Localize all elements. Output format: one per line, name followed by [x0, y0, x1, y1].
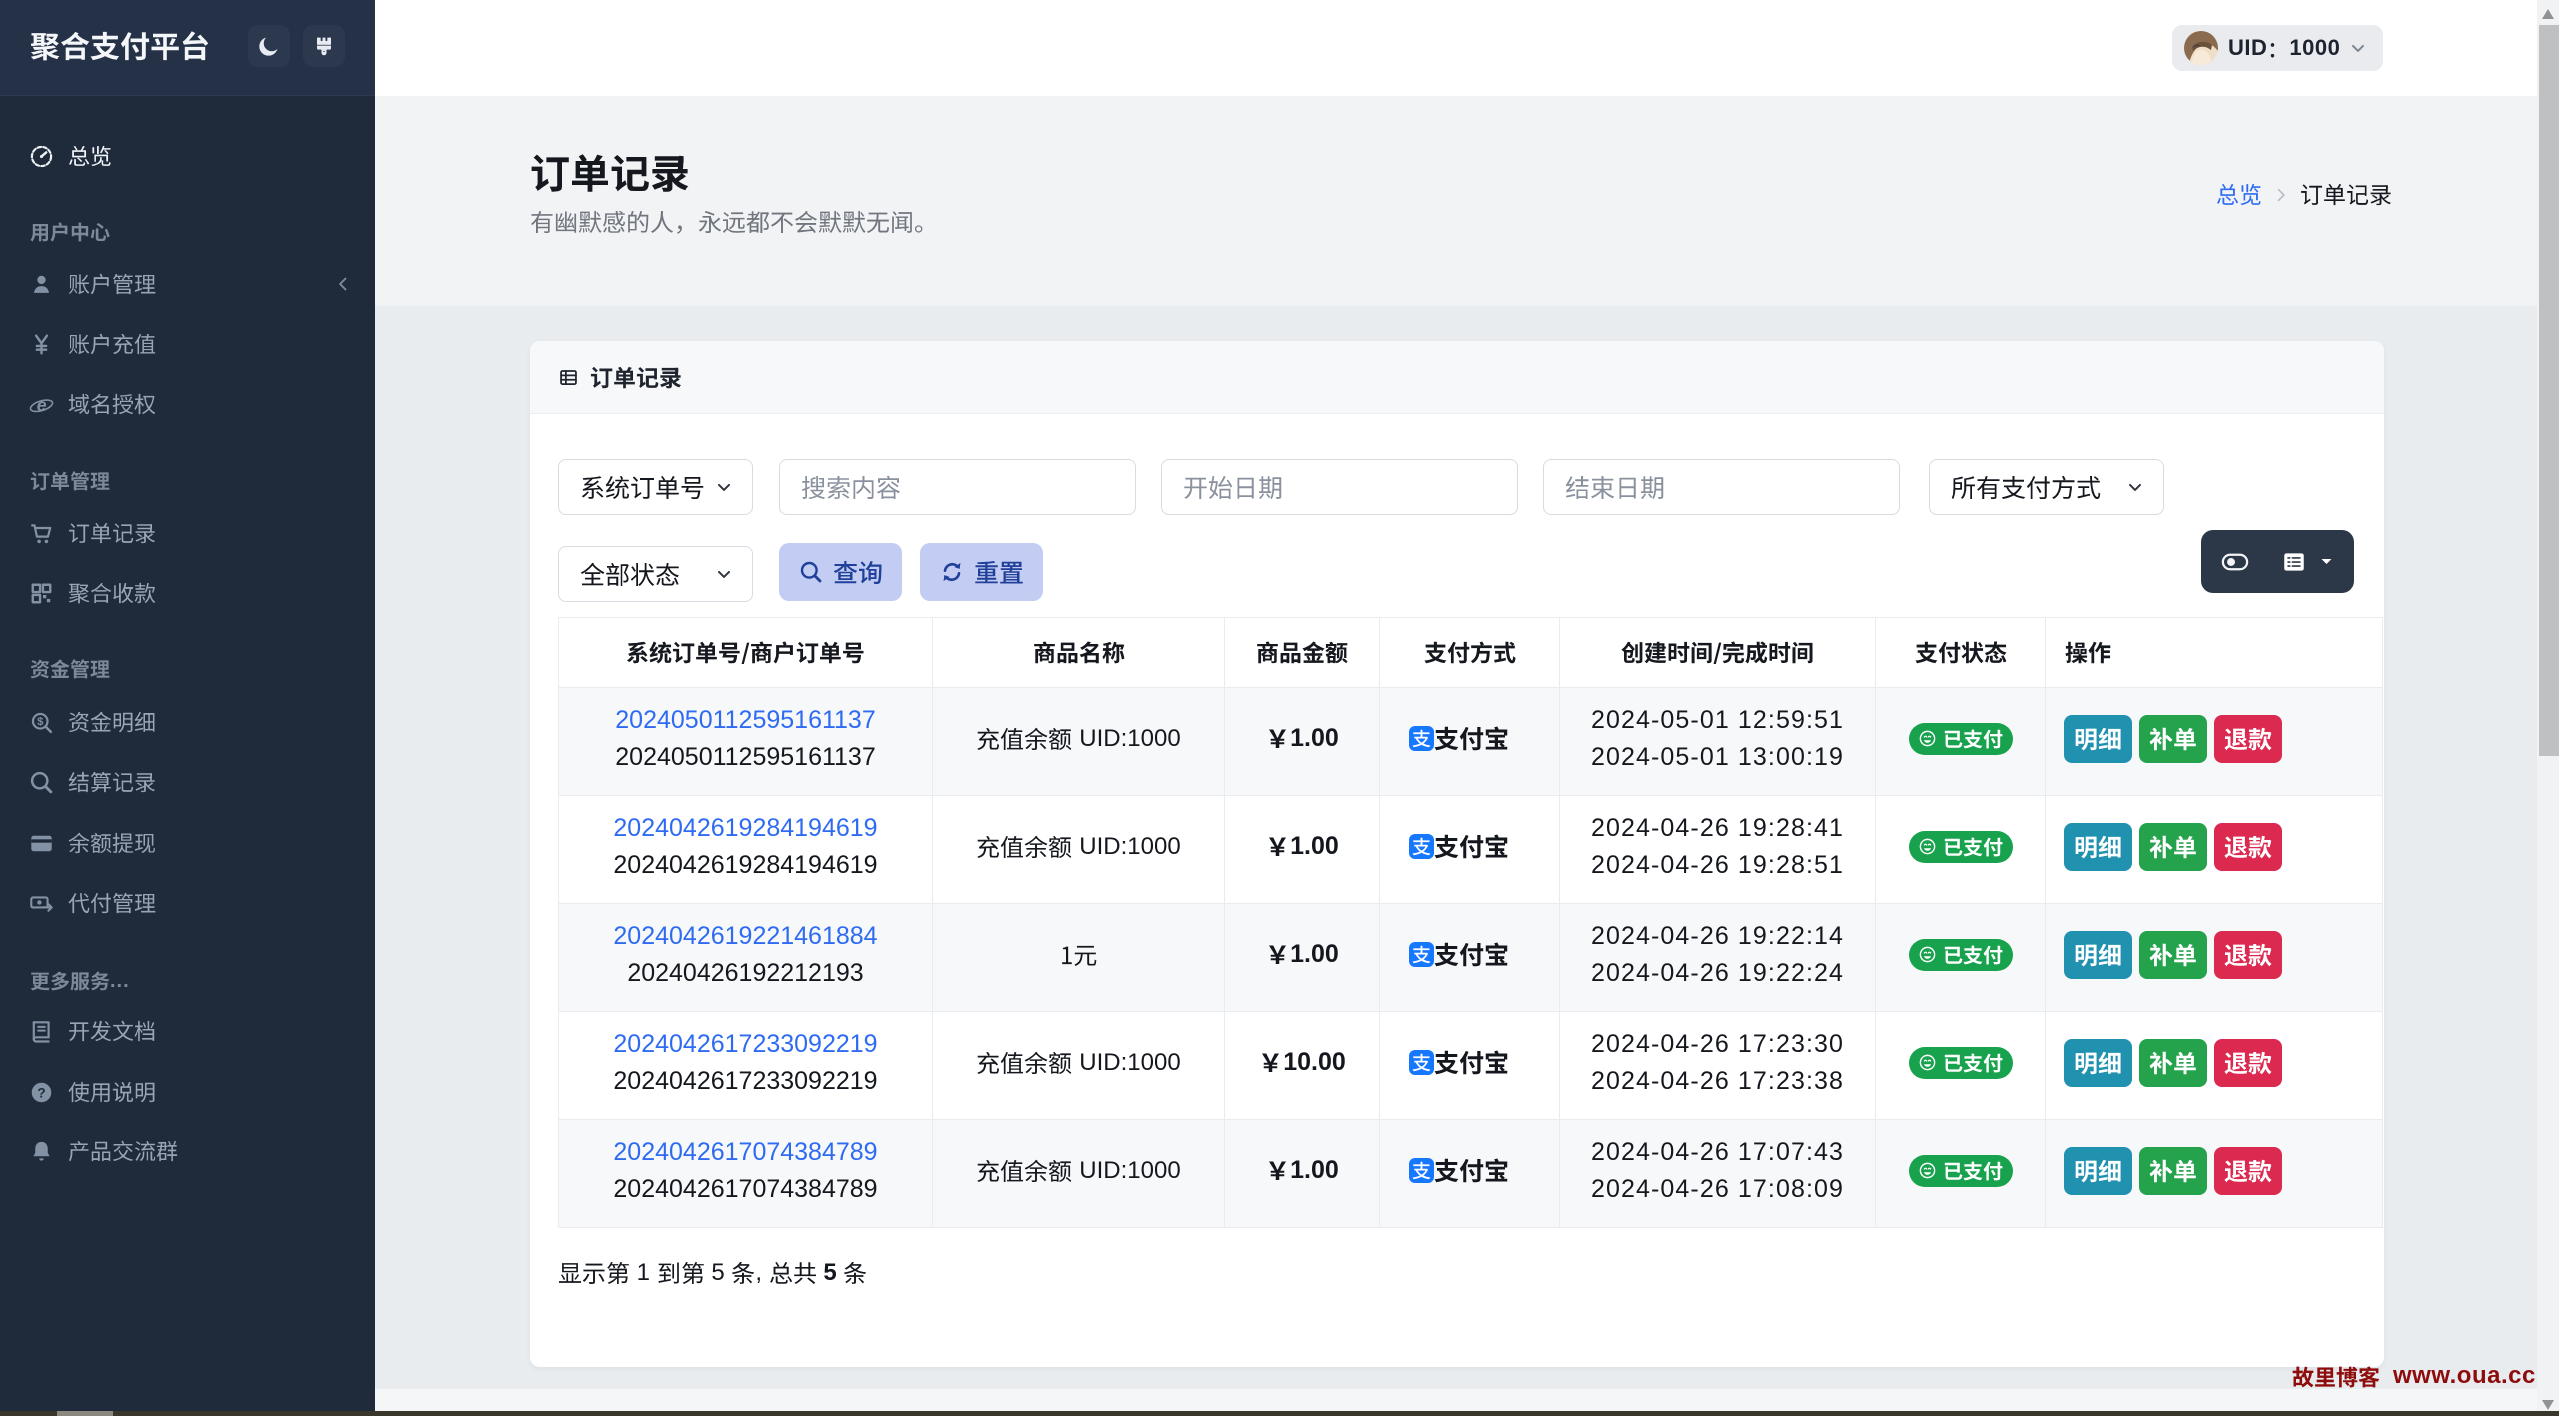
svg-text:$: $: [37, 716, 43, 728]
svg-text:?: ?: [37, 1085, 45, 1100]
